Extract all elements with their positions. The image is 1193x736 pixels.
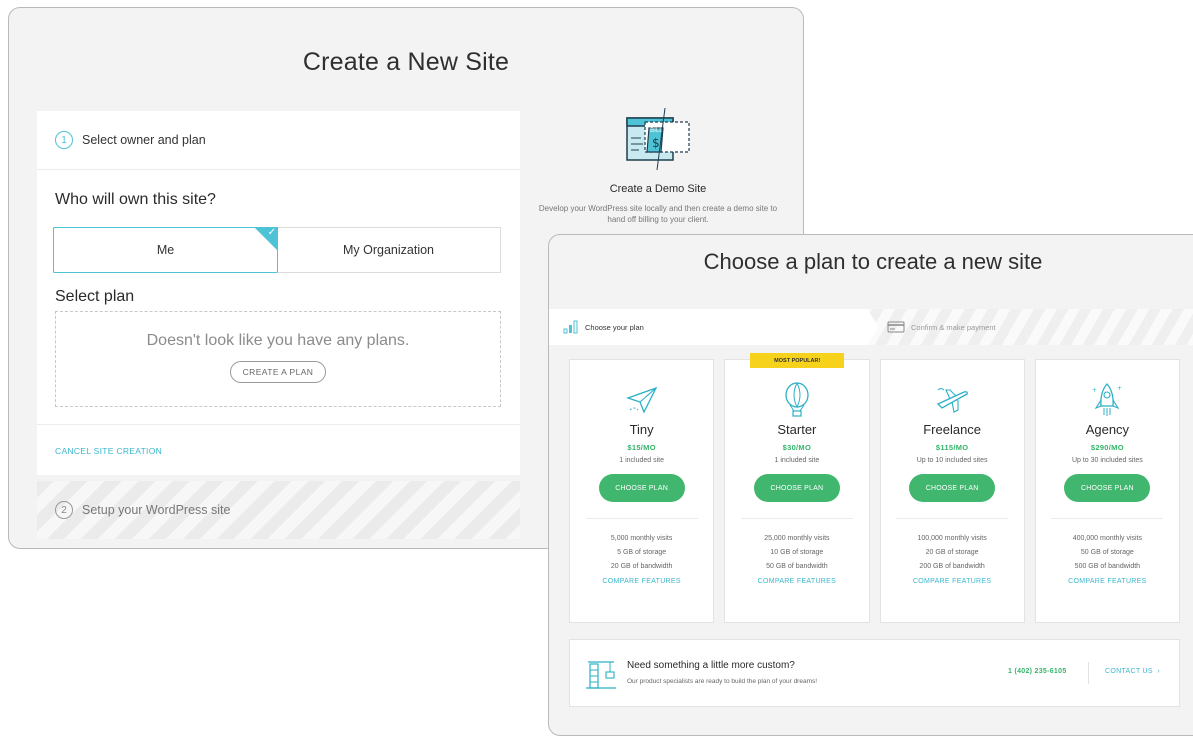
divider xyxy=(1088,662,1089,684)
plan-steps-bar: Choose your plan Confirm & make payment xyxy=(549,309,1193,345)
contact-us-link[interactable]: CONTACT US › xyxy=(1105,668,1160,675)
owner-option-me[interactable]: Me ✓ xyxy=(53,227,278,273)
step-number: 1 xyxy=(55,131,73,149)
plan-visits: 5,000 monthly visits xyxy=(610,535,673,542)
owner-option-label: Me xyxy=(156,243,175,257)
bill-icon: BILL $ xyxy=(626,107,690,171)
plan-card-tiny: Tiny $15/MO 1 included site CHOOSE PLAN … xyxy=(569,359,715,623)
custom-plan-banner: Need something a little more custom? Our… xyxy=(569,639,1180,707)
airplane-icon xyxy=(881,382,1024,418)
owner-question: Who will own this site? xyxy=(55,191,216,208)
plan-sites: Up to 10 included sites xyxy=(916,457,988,464)
plan-price: $290/MO xyxy=(1090,443,1124,452)
compare-features-link[interactable]: COMPARE FEATURES xyxy=(1036,578,1179,585)
compare-features-link[interactable]: COMPARE FEATURES xyxy=(725,578,868,585)
choose-plan-button[interactable]: CHOOSE PLAN xyxy=(753,474,840,502)
plan-sites: 1 included site xyxy=(774,457,820,464)
plan-storage: 10 GB of storage xyxy=(770,549,824,556)
plan-name: Starter xyxy=(777,422,817,437)
demo-description: Develop your WordPress site locally and … xyxy=(538,204,778,224)
plan-bandwidth: 500 GB of bandwidth xyxy=(1074,563,1141,570)
no-plans-box: Doesn't look like you have any plans. CR… xyxy=(55,311,501,407)
plan-card-freelance: Freelance $115/MO Up to 10 included site… xyxy=(879,359,1025,623)
step-1-header: 1 Select owner and plan xyxy=(37,111,520,170)
svg-text:+: + xyxy=(1117,385,1122,392)
step-label: Confirm & make payment xyxy=(911,322,996,332)
svg-text:BILL: BILL xyxy=(650,127,663,134)
step-label: Setup your WordPress site xyxy=(82,503,231,517)
construction-crane-icon xyxy=(586,656,616,695)
no-plans-text: Doesn't look like you have any plans. xyxy=(146,332,410,349)
chevron-right-icon: › xyxy=(1155,668,1160,675)
plan-bandwidth: 20 GB of bandwidth xyxy=(610,563,673,570)
step-label: Choose your plan xyxy=(585,322,644,332)
divider xyxy=(896,518,1009,519)
owner-option-organization[interactable]: My Organization xyxy=(277,228,500,272)
demo-title: Create a Demo Site xyxy=(609,183,707,195)
plan-price: $30/MO xyxy=(782,443,812,452)
demo-site-panel: BILL $ Create a Demo Site Develop your W… xyxy=(533,107,783,225)
selected-check-icon: ✓ xyxy=(254,227,278,251)
plan-visits: 400,000 monthly visits xyxy=(1072,535,1142,542)
plan-storage: 5 GB of storage xyxy=(617,549,667,556)
choose-plan-button[interactable]: CHOOSE PLAN xyxy=(598,474,685,502)
step-2-header[interactable]: 2 Setup your WordPress site xyxy=(37,481,520,539)
plan-sites: Up to 30 included sites xyxy=(1071,457,1143,464)
plan-price: $15/MO xyxy=(627,443,656,452)
plan-bandwidth: 200 GB of bandwidth xyxy=(919,563,985,570)
plan-name: Tiny xyxy=(629,422,654,437)
owner-plan-card: 1 Select owner and plan Who will own thi… xyxy=(37,111,520,475)
select-plan-label: Select plan xyxy=(55,288,135,305)
plan-name: Agency xyxy=(1085,422,1130,437)
plan-name: Freelance xyxy=(923,422,982,437)
divider xyxy=(585,518,698,519)
svg-text:+: + xyxy=(1092,387,1097,394)
custom-plan-title: Need something a little more custom? xyxy=(627,660,795,671)
owner-toggle: Me ✓ My Organization xyxy=(53,227,501,273)
plan-visits: 100,000 monthly visits xyxy=(917,535,987,542)
owner-option-label: My Organization xyxy=(342,243,434,257)
create-plan-button[interactable]: CREATE A PLAN xyxy=(229,361,327,383)
plan-visits: 25,000 monthly visits xyxy=(764,535,830,542)
custom-plan-subtitle: Our product specialists are ready to bui… xyxy=(627,678,818,685)
plan-sites: 1 included site xyxy=(619,457,664,464)
plan-bandwidth: 50 GB of bandwidth xyxy=(766,563,828,570)
step-choose-plan[interactable]: Choose your plan xyxy=(549,309,879,345)
plan-storage: 50 GB of storage xyxy=(1080,549,1134,556)
divider xyxy=(740,518,853,519)
step-number: 2 xyxy=(55,501,73,519)
choose-plan-button[interactable]: CHOOSE PLAN xyxy=(1064,474,1151,502)
most-popular-badge: MOST POPULAR! xyxy=(750,353,845,368)
hot-air-balloon-icon xyxy=(725,382,868,418)
svg-text:$: $ xyxy=(652,136,660,150)
plans-row: Tiny $15/MO 1 included site CHOOSE PLAN … xyxy=(569,353,1180,623)
page-title: Create a New Site xyxy=(302,48,510,76)
cancel-site-creation-link[interactable]: CANCEL SITE CREATION xyxy=(55,446,162,456)
compare-features-link[interactable]: COMPARE FEATURES xyxy=(570,578,713,585)
phone-number-link[interactable]: 1 (402) 235-6105 xyxy=(1008,668,1067,675)
choose-plan-window: Choose a plan to create a new site Choos… xyxy=(548,234,1193,736)
plan-storage: 20 GB of storage xyxy=(925,549,979,556)
bar-chart-icon xyxy=(563,320,578,334)
divider xyxy=(1051,518,1164,519)
plan-price: $115/MO xyxy=(935,443,969,452)
choose-plan-title: Choose a plan to create a new site xyxy=(703,249,1043,274)
contact-us-label: CONTACT US xyxy=(1105,668,1153,675)
credit-card-icon xyxy=(887,321,905,333)
plan-card-starter: MOST POPULAR! Starter $30/MO 1 included … xyxy=(724,353,870,623)
paper-plane-icon xyxy=(570,382,713,418)
choose-plan-button[interactable]: CHOOSE PLAN xyxy=(909,474,996,502)
compare-features-link[interactable]: COMPARE FEATURES xyxy=(881,578,1024,585)
plan-card-agency: + + Agency $290/MO Up to 30 included sit… xyxy=(1034,359,1180,623)
step-label: Select owner and plan xyxy=(82,133,206,147)
rocket-icon: + + xyxy=(1036,382,1179,418)
cancel-row: CANCEL SITE CREATION xyxy=(37,424,520,476)
step-confirm-payment[interactable]: Confirm & make payment xyxy=(887,309,996,345)
